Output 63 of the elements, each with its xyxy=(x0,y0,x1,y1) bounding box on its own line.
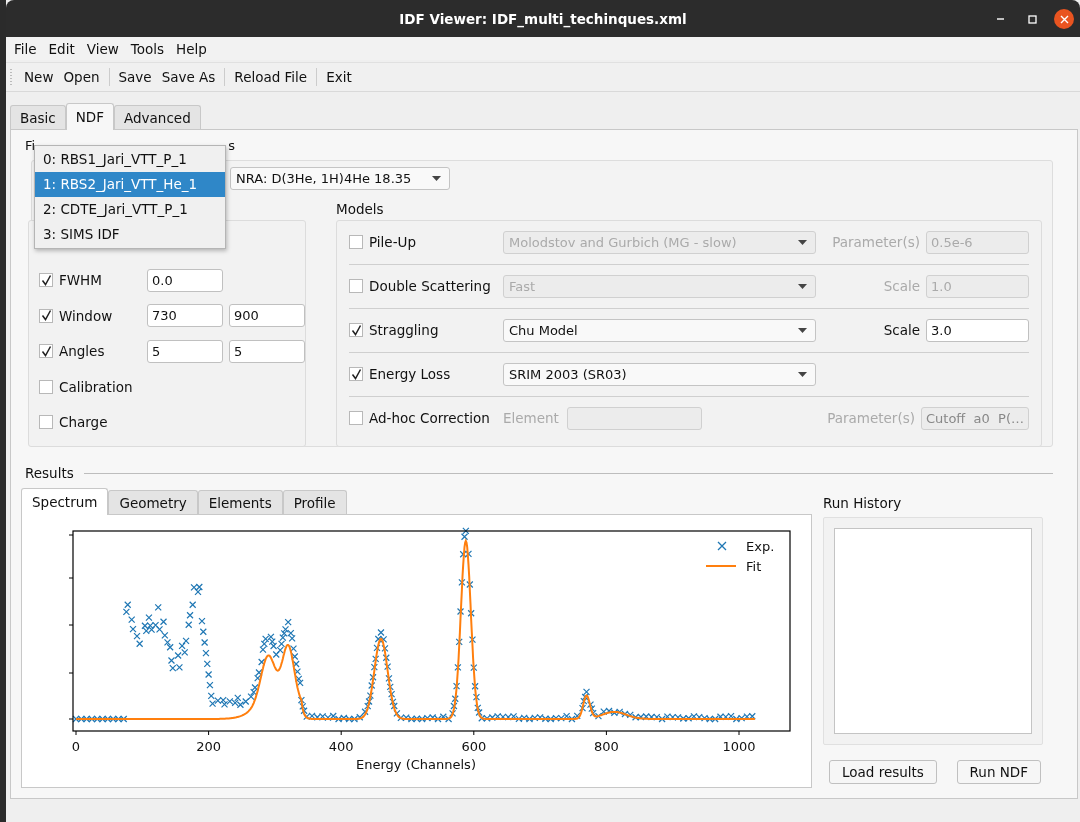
checkbox-label: Straggling xyxy=(369,322,439,339)
section-title: Models xyxy=(336,199,385,219)
tab[interactable]: Basic xyxy=(10,105,66,129)
dropdown[interactable]: Chu Model xyxy=(503,318,816,342)
field-label: Scale xyxy=(883,278,920,295)
tab[interactable]: Advanced xyxy=(114,105,201,129)
menu-item[interactable]: Help xyxy=(170,40,213,57)
field-label: Parameter(s) xyxy=(832,234,920,251)
dropdown-item[interactable]: 1: RBS2_Jari_VTT_He_1 xyxy=(35,172,225,197)
legend-label: Fit xyxy=(746,559,762,574)
section-title: Results xyxy=(25,464,74,481)
toolbar-button[interactable]: Save As xyxy=(156,65,221,89)
input-field[interactable]: 5 xyxy=(229,339,305,363)
group-title: Fi xyxy=(25,137,36,154)
push-button[interactable]: Run NDF xyxy=(956,760,1041,784)
input-field[interactable]: 900 xyxy=(229,304,305,328)
group-title: s xyxy=(228,137,235,154)
tab[interactable]: Elements xyxy=(197,490,283,514)
input-field[interactable]: 730 xyxy=(147,304,223,328)
axis-tick-label: 600 xyxy=(461,739,487,754)
dropdown-item[interactable]: 3: SIMS IDF xyxy=(35,222,225,247)
checkbox-label: FWHM xyxy=(59,272,102,289)
toolbar-button[interactable]: Exit xyxy=(321,65,357,89)
axis-tick-label: 200 xyxy=(196,739,221,754)
input-field[interactable]: 5 xyxy=(147,339,223,363)
checkbox-label: Charge xyxy=(59,414,108,431)
checkbox-label: Double Scattering xyxy=(369,278,491,295)
axis-title: Energy (Channels) xyxy=(356,757,476,772)
dropdown-item[interactable]: 2: CDTE_Jari_VTT_P_1 xyxy=(35,197,225,222)
axis-tick-label: 800 xyxy=(594,739,619,754)
checkbox-label: Ad-hoc Correction xyxy=(369,410,490,427)
checkbox-label: Pile-Up xyxy=(369,234,416,251)
menu-item[interactable]: File xyxy=(8,40,43,57)
checkbox-label: Energy Loss xyxy=(369,366,451,383)
push-button[interactable]: Load results xyxy=(829,760,937,784)
menu-item[interactable]: Edit xyxy=(42,40,81,57)
toolbar-button[interactable]: Save xyxy=(113,65,157,89)
tab[interactable]: Profile xyxy=(282,490,347,514)
checkbox-label: Angles xyxy=(59,343,105,360)
input-field[interactable]: 0.0 xyxy=(147,268,223,292)
axis-tick-label: 1000 xyxy=(722,739,756,754)
section-title: Run History xyxy=(823,494,903,511)
field-label: Parameter(s) xyxy=(827,410,915,427)
checkbox-label: Window xyxy=(59,307,113,324)
menu-item[interactable]: View xyxy=(80,40,125,57)
tab[interactable]: NDF xyxy=(65,103,114,130)
dropdown[interactable]: SRIM 2003 (SR03) xyxy=(503,362,816,386)
window-title: IDF Viewer: IDF_multi_techinques.xml xyxy=(399,10,687,27)
toolbar-button[interactable]: Open xyxy=(58,65,105,89)
dropdown-item[interactable]: 0: RBS1_Jari_VTT_P_1 xyxy=(35,147,225,172)
toolbar-button[interactable]: Reload File xyxy=(229,65,313,89)
reaction-dropdown[interactable]: NRA: D(3He, 1H)4He 18.35 xyxy=(230,167,450,191)
tab[interactable]: Geometry xyxy=(108,490,198,514)
tab[interactable]: Spectrum xyxy=(21,488,109,515)
menu-item[interactable]: Tools xyxy=(124,40,171,57)
axis-tick-label: 0 xyxy=(71,739,81,754)
checkbox-label: Calibration xyxy=(59,378,133,395)
input-field[interactable]: 3.0 xyxy=(926,318,1029,342)
axis-tick-label: 400 xyxy=(328,739,354,754)
field-label: Element xyxy=(503,410,559,427)
legend-label: Exp. xyxy=(746,539,775,554)
field-label: Scale xyxy=(883,322,920,339)
toolbar-button[interactable]: New xyxy=(19,65,59,89)
